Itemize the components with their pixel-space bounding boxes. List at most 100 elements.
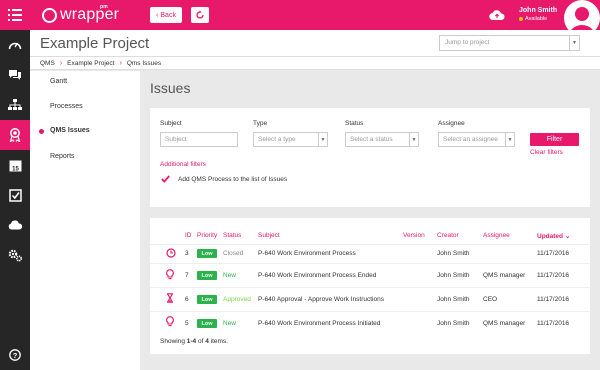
column-header-version[interactable]: Version <box>403 232 425 239</box>
priority-badge: Low <box>197 271 217 280</box>
issue-id: 6 <box>185 296 189 303</box>
add-process-label: Add QMS Process to the list of Issues <box>178 175 288 183</box>
creator: John Smith <box>437 250 470 257</box>
column-header-assignee[interactable]: Assignee <box>483 232 510 239</box>
refresh-button[interactable] <box>191 7 209 23</box>
chevron-left-icon: ‹ <box>156 11 159 19</box>
subnav-item-processes[interactable]: Processes <box>50 103 83 110</box>
column-header-updated-label: Updated <box>537 233 563 240</box>
jump-to-project-select[interactable]: Jump to project ▼ <box>439 35 580 51</box>
status-placeholder: Select a status <box>350 136 393 143</box>
cloud-upload-button[interactable] <box>489 9 505 23</box>
subnav-item-gantt[interactable]: Gantt <box>50 78 67 85</box>
updated-date: 11/17/2016 <box>537 272 570 279</box>
rail-calendar[interactable]: 15 <box>0 150 30 180</box>
svg-text:?: ? <box>13 351 18 360</box>
additional-filters-link[interactable]: Additional filters <box>160 161 206 168</box>
issue-subject-link[interactable]: P-640 Work Environment Process Initiated <box>258 320 380 327</box>
issue-subject-link[interactable]: P-640 Approval - Approve Work Instructio… <box>258 296 384 303</box>
subject-label: Subject <box>160 120 182 127</box>
breadcrumb: QMS › Example Project › Qms Issues <box>30 57 600 70</box>
chevron-down-icon: ▼ <box>505 132 515 147</box>
assignee: QMS manager <box>483 272 526 279</box>
creator: John Smith <box>437 320 470 327</box>
type-label: Type <box>253 120 268 127</box>
chevron-right-icon: › <box>119 59 122 67</box>
chat-bubbles-icon <box>9 70 21 80</box>
rail-dashboard[interactable] <box>0 30 30 60</box>
page-title: Example Project <box>40 35 150 52</box>
column-header-priority[interactable]: Priority <box>197 232 217 239</box>
pagination-suffix: items. <box>208 338 228 345</box>
creator: John Smith <box>437 272 470 279</box>
row-divider <box>150 311 590 312</box>
assignee-select[interactable]: Select an assignee ▼ <box>438 132 515 147</box>
filter-button[interactable]: Filter <box>530 133 579 146</box>
priority-badge: Low <box>197 249 217 258</box>
updated-date: 11/17/2016 <box>537 320 570 327</box>
lightbulb-icon <box>166 316 174 327</box>
column-header-creator[interactable]: Creator <box>437 232 459 239</box>
top-bar: wrapper pm ‹ Back John Smith Available <box>0 0 600 36</box>
rail-settings[interactable] <box>0 240 30 270</box>
column-header-status[interactable]: Status <box>223 232 241 239</box>
sort-descending-icon: ⌄ <box>564 233 571 240</box>
project-header: Example Project Jump to project ▼ <box>30 30 600 57</box>
rail-tasks[interactable] <box>0 180 30 210</box>
column-header-subject[interactable]: Subject <box>258 232 280 239</box>
user-status: Available <box>519 16 557 22</box>
issue-subject-link[interactable]: P-640 Work Environment Process Ended <box>258 272 376 279</box>
cloud-icon <box>8 220 22 230</box>
checkbox-icon <box>8 188 22 202</box>
back-button[interactable]: ‹ Back <box>150 7 182 23</box>
app-logo[interactable]: wrapper pm <box>42 4 120 24</box>
status-dot-icon <box>519 17 523 21</box>
status-select[interactable]: Select a status ▼ <box>345 132 419 147</box>
rail-help[interactable]: ? <box>0 340 30 370</box>
rail-cloud[interactable] <box>0 210 30 240</box>
rail-qms[interactable] <box>0 120 30 150</box>
type-select[interactable]: Select a type ▼ <box>253 132 328 147</box>
column-header-id[interactable]: ID <box>185 232 192 239</box>
filter-panel: Subject Subject Type Select a type ▼ Sta… <box>150 108 590 207</box>
subject-placeholder: Subject <box>165 136 187 143</box>
row-divider <box>150 263 590 264</box>
rail-hierarchy[interactable] <box>0 90 30 120</box>
pagination-range: 1-4 <box>186 338 197 345</box>
refresh-icon <box>196 10 204 19</box>
hourglass-icon <box>167 293 173 303</box>
icon-rail: 15 ? <box>0 30 30 370</box>
menu-button[interactable] <box>0 0 30 30</box>
back-button-label: Back <box>160 11 176 19</box>
chevron-right-icon: › <box>59 59 63 67</box>
subject-input[interactable]: Subject <box>160 132 238 147</box>
lightbulb-icon <box>166 269 174 280</box>
issue-id: 5 <box>185 320 189 327</box>
subnav-item-qms-issues[interactable]: QMS Issues <box>50 127 90 134</box>
active-indicator-icon <box>39 129 44 134</box>
checkmark-icon <box>161 175 170 183</box>
breadcrumb-item: Qms Issues <box>126 59 162 67</box>
award-icon <box>9 128 21 142</box>
issue-subject-link[interactable]: P-640 Work Environment Process <box>258 250 356 257</box>
column-header-updated[interactable]: Updated ⌄ <box>537 232 570 240</box>
assignee-label: Assignee <box>438 120 465 127</box>
user-menu[interactable]: John Smith Available <box>519 7 557 22</box>
issue-id: 3 <box>185 250 189 257</box>
clear-filters-link[interactable]: Clear filters <box>530 149 563 156</box>
org-chart-icon <box>8 99 22 110</box>
add-process-option[interactable]: Add QMS Process to the list of Issues <box>161 175 287 183</box>
rail-chat[interactable] <box>0 60 30 90</box>
pagination-middle: of <box>196 338 206 345</box>
jump-placeholder: Jump to project <box>445 39 490 46</box>
logo-text: wrapper <box>60 6 120 23</box>
section-title: Issues <box>150 80 191 96</box>
status-label: Status <box>345 120 364 127</box>
breadcrumb-item[interactable]: QMS <box>40 60 55 67</box>
breadcrumb-item[interactable]: Example Project <box>67 60 114 67</box>
svg-text:15: 15 <box>12 166 19 172</box>
status-text: Closed <box>223 250 244 257</box>
subnav-item-reports[interactable]: Reports <box>50 153 75 160</box>
calendar-icon: 15 <box>9 160 21 172</box>
pagination-summary: Showing 1-4 of 4 items. <box>160 338 228 345</box>
